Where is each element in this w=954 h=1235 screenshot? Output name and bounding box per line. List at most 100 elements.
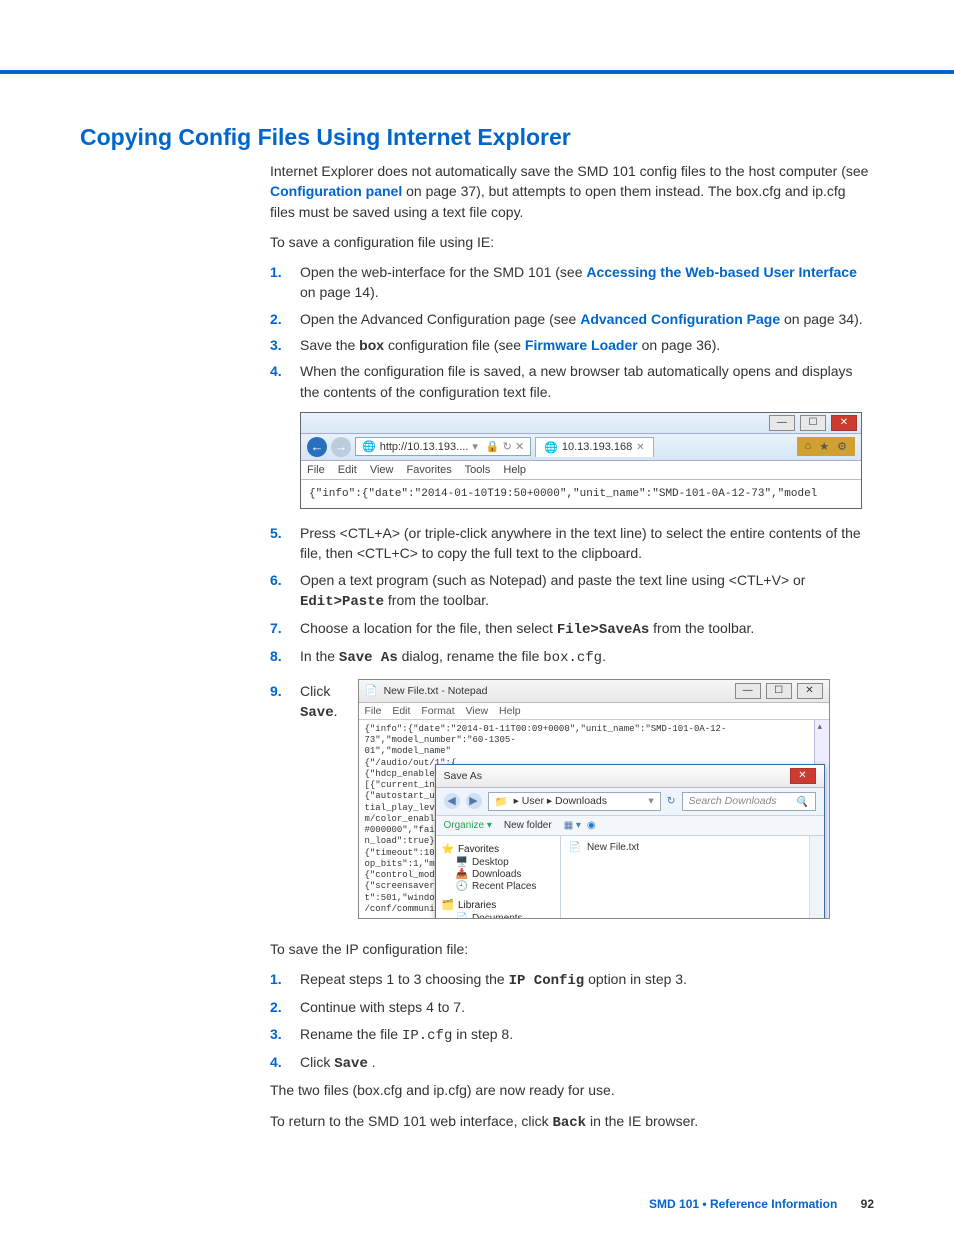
menu-tools[interactable]: Tools (465, 464, 491, 476)
page-icon: 🌐 (544, 441, 558, 454)
menu-edit[interactable]: Edit (392, 705, 410, 717)
search-input[interactable]: Search Downloads 🔍 (682, 792, 816, 811)
menu-format[interactable]: Format (421, 705, 454, 717)
step-7: Choose a location for the file, then sel… (300, 618, 754, 640)
forward-button[interactable]: ▶ (466, 793, 482, 809)
step-number: 2. (270, 997, 288, 1017)
breadcrumb[interactable]: 📁 ▸ User ▸ Downloads ▾ (488, 792, 661, 811)
refresh-icon[interactable]: ↻ (667, 795, 676, 807)
closing-1: The two files (box.cfg and ip.cfg) are n… (270, 1080, 874, 1100)
step-number: 1. (270, 969, 288, 991)
intro-text: Internet Explorer does not automatically… (270, 163, 868, 179)
text-file-icon: 📄 (569, 842, 581, 853)
menu-view[interactable]: View (370, 464, 394, 476)
documents-icon: 📄 (456, 913, 468, 918)
save-as-dialog: Save As ✕ ◀ ▶ 📁 ▸ User ▸ Downloads ▾ (435, 764, 825, 918)
intro-paragraph: Internet Explorer does not automatically… (270, 161, 874, 222)
step-number: 2. (270, 309, 288, 329)
step-number: 3. (270, 335, 288, 355)
step-number: 6. (270, 570, 288, 613)
ip-step-3: Rename the file IP.cfg in step 8. (300, 1024, 513, 1046)
page-top-rule (0, 0, 954, 74)
step-number: 1. (270, 262, 288, 303)
step-number: 3. (270, 1024, 288, 1046)
ip-step-1: Repeat steps 1 to 3 choosing the IP Conf… (300, 969, 687, 991)
menu-favorites[interactable]: Favorites (407, 464, 452, 476)
step-3: Save the box configuration file (see Fir… (300, 335, 720, 355)
back-button[interactable]: ◀ (444, 793, 460, 809)
notepad-window: 📄 New File.txt - Notepad — ☐ ✕ File Edit… (358, 679, 830, 919)
list-item[interactable]: 📄 New File.txt (569, 842, 801, 853)
ie-page-content[interactable]: {"info":{"date":"2014-01-10T19:50+0000",… (301, 480, 861, 508)
step-2: Open the Advanced Configuration page (se… (300, 309, 863, 329)
library-icon: 🗂️ (442, 900, 454, 911)
notepad-menu-bar: File Edit Format View Help (359, 703, 829, 720)
downloads-icon: 📥 (456, 869, 468, 880)
desktop-icon: 🖥️ (456, 857, 468, 868)
maximize-icon[interactable]: ☐ (766, 683, 792, 699)
ip-step-4: Click Save . (300, 1052, 376, 1074)
ie-titlebar: — ☐ ✕ (301, 413, 861, 434)
view-options-icon[interactable]: ▦ ▾ (564, 820, 581, 831)
favorites-icon[interactable]: ★ (819, 440, 829, 453)
search-icon: 🔍 (795, 795, 808, 808)
step-6: Open a text program (such as Notepad) an… (300, 570, 874, 613)
step-5: Press <CTL+A> (or triple-click anywhere … (300, 523, 874, 564)
forward-button[interactable]: → (331, 437, 351, 457)
notepad-icon: 📄 (365, 684, 378, 697)
step-1: Open the web-interface for the SMD 101 (… (300, 262, 874, 303)
star-icon: ⭐ (442, 844, 454, 855)
close-icon[interactable]: ✕ (790, 768, 816, 784)
folder-icon: 📁 (495, 795, 508, 808)
step-number: 8. (270, 646, 288, 668)
minimize-icon[interactable]: — (735, 683, 761, 699)
page-number: 92 (861, 1197, 874, 1211)
refresh-icon[interactable]: 🔒 ↻ ✕ (486, 440, 524, 453)
ip-step-2: Continue with steps 4 to 7. (300, 997, 465, 1017)
address-bar[interactable]: 🌐 http://10.13.193.... ▾ 🔒 ↻ ✕ (355, 437, 531, 456)
step-4: When the configuration file is saved, a … (300, 361, 874, 402)
step-8: In the Save As dialog, rename the file b… (300, 646, 606, 668)
menu-file[interactable]: File (307, 464, 325, 476)
ie-tools-area: ⌂ ★ ⚙ (797, 437, 855, 456)
ie-menu-bar: File Edit View Favorites Tools Help (301, 461, 861, 480)
scrollbar[interactable] (809, 836, 824, 918)
menu-file[interactable]: File (365, 705, 382, 717)
new-folder-button[interactable]: New folder (504, 820, 552, 831)
step-number: 7. (270, 618, 288, 640)
ie-window: — ☐ ✕ ← → 🌐 http://10.13.193.... ▾ 🔒 ↻ ✕… (300, 412, 862, 509)
step-9: Click Save. (300, 681, 338, 724)
maximize-icon[interactable]: ☐ (800, 415, 826, 431)
close-icon[interactable]: ✕ (797, 683, 823, 699)
link-firmware-loader[interactable]: Firmware Loader (525, 337, 638, 353)
step-number: 9. (270, 681, 288, 724)
step-number: 5. (270, 523, 288, 564)
globe-icon: 🌐 (362, 440, 376, 453)
menu-help[interactable]: Help (499, 705, 521, 717)
ip-lead: To save the IP configuration file: (270, 939, 874, 959)
menu-edit[interactable]: Edit (338, 464, 357, 476)
page-footer: SMD 101 • Reference Information 92 (0, 1197, 954, 1231)
tab-close-icon[interactable]: ✕ (636, 442, 644, 453)
menu-view[interactable]: View (466, 705, 489, 717)
help-icon[interactable]: ◉ (587, 820, 596, 831)
notepad-text-area[interactable]: {"info":{"date":"2014-01-11T00:09+0000",… (359, 720, 829, 918)
back-button[interactable]: ← (307, 437, 327, 457)
gear-icon[interactable]: ⚙ (837, 440, 847, 453)
closing-2: To return to the SMD 101 web interface, … (270, 1111, 874, 1133)
save-as-title: Save As (444, 770, 483, 782)
organize-menu[interactable]: Organize ▾ (444, 820, 492, 831)
minimize-icon[interactable]: — (769, 415, 795, 431)
link-accessing-web-ui[interactable]: Accessing the Web-based User Interface (586, 264, 857, 280)
file-list[interactable]: 📄 New File.txt (561, 836, 809, 918)
recent-icon: 🕘 (456, 881, 468, 892)
menu-help[interactable]: Help (503, 464, 526, 476)
close-icon[interactable]: ✕ (831, 415, 857, 431)
browser-tab[interactable]: 🌐 10.13.193.168 ✕ (535, 437, 653, 457)
home-icon[interactable]: ⌂ (805, 440, 812, 453)
link-adv-config-page[interactable]: Advanced Configuration Page (580, 311, 780, 327)
link-configuration-panel[interactable]: Configuration panel (270, 183, 402, 199)
section-heading: Copying Config Files Using Internet Expl… (80, 124, 874, 151)
footer-text: SMD 101 • Reference Information (649, 1197, 837, 1211)
nav-tree[interactable]: ⭐Favorites 🖥️Desktop 📥Downloads 🕘Recent … (436, 836, 561, 918)
